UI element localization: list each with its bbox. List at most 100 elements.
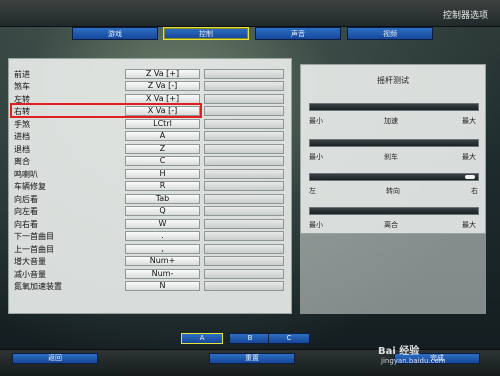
controller-c-button[interactable]: C bbox=[268, 333, 310, 344]
steering-indicator bbox=[465, 175, 475, 179]
axis-name-label: 离合 bbox=[384, 221, 398, 229]
binding-action-label: 进档 bbox=[14, 132, 30, 141]
binding-row: 右转 X Va [-] bbox=[14, 106, 286, 117]
binding-primary-key[interactable]: LCtrl bbox=[125, 119, 200, 129]
binding-secondary-key[interactable] bbox=[204, 194, 284, 204]
title-bar: 控制器选项 bbox=[0, 0, 500, 27]
axis-name-label: 转向 bbox=[386, 187, 400, 195]
binding-secondary-key[interactable] bbox=[204, 206, 284, 216]
binding-row: 煞车 Z Va [-] bbox=[14, 81, 286, 92]
binding-primary-key[interactable]: Z bbox=[125, 144, 200, 154]
binding-secondary-key[interactable] bbox=[204, 231, 284, 241]
steering-axis-bar bbox=[309, 173, 479, 181]
binding-row: 手煞 LCtrl bbox=[14, 119, 286, 130]
binding-action-label: 右转 bbox=[14, 107, 30, 116]
brake-axis-bar bbox=[309, 139, 479, 147]
binding-row: 氮氧加速装置 N bbox=[14, 281, 286, 292]
binding-primary-key[interactable]: X Va [+] bbox=[125, 94, 200, 104]
axis-max-label: 最大 bbox=[462, 117, 476, 125]
axis-min-label: 最小 bbox=[309, 153, 323, 161]
binding-secondary-key[interactable] bbox=[204, 94, 284, 104]
joystick-test-title: 摇杆测试 bbox=[377, 76, 409, 85]
binding-secondary-key[interactable] bbox=[204, 69, 284, 79]
controller-b-button[interactable]: B bbox=[229, 333, 271, 344]
binding-primary-key[interactable]: W bbox=[125, 219, 200, 229]
binding-secondary-key[interactable] bbox=[204, 219, 284, 229]
binding-action-label: 左转 bbox=[14, 95, 30, 104]
binding-primary-key[interactable]: H bbox=[125, 169, 200, 179]
binding-action-label: 退档 bbox=[14, 145, 30, 154]
binding-secondary-key[interactable] bbox=[204, 131, 284, 141]
binding-action-label: 增大音量 bbox=[14, 257, 46, 266]
binding-row: 下一首曲目 . bbox=[14, 231, 286, 242]
binding-secondary-key[interactable] bbox=[204, 169, 284, 179]
watermark-logo: Bai 经验 bbox=[378, 346, 420, 357]
binding-row: 离合 C bbox=[14, 156, 286, 167]
axis-name-label: 加速 bbox=[384, 117, 398, 125]
watermark-url: jingyan.baidu.com bbox=[381, 357, 446, 365]
binding-row: 向后看 Tab bbox=[14, 194, 286, 205]
binding-secondary-key[interactable] bbox=[204, 281, 284, 291]
tab-video[interactable]: 视频 bbox=[347, 27, 433, 40]
binding-action-label: 氮氧加速装置 bbox=[14, 282, 62, 291]
controller-a-button[interactable]: A bbox=[181, 333, 223, 344]
binding-primary-key[interactable]: C bbox=[125, 156, 200, 166]
binding-action-label: 离合 bbox=[14, 157, 30, 166]
reset-button[interactable]: 重置 bbox=[209, 353, 295, 364]
binding-row: 进档 A bbox=[14, 131, 286, 142]
binding-primary-key[interactable]: , bbox=[125, 244, 200, 254]
axis-max-label: 最大 bbox=[462, 153, 476, 161]
axis-max-label: 最大 bbox=[462, 221, 476, 229]
binding-action-label: 前进 bbox=[14, 70, 30, 79]
binding-primary-key[interactable]: Num- bbox=[125, 269, 200, 279]
binding-secondary-key[interactable] bbox=[204, 81, 284, 91]
axis-min-label: 最小 bbox=[309, 117, 323, 125]
binding-primary-key[interactable]: N bbox=[125, 281, 200, 291]
binding-action-label: 向左看 bbox=[14, 207, 38, 216]
binding-row: 鸣喇叭 H bbox=[14, 169, 286, 180]
binding-secondary-key[interactable] bbox=[204, 144, 284, 154]
binding-row: 向右看 W bbox=[14, 219, 286, 230]
binding-row: 向左看 Q bbox=[14, 206, 286, 217]
binding-action-label: 手煞 bbox=[14, 120, 30, 129]
binding-primary-key[interactable]: . bbox=[125, 231, 200, 241]
binding-secondary-key[interactable] bbox=[204, 106, 284, 116]
window-title: 控制器选项 bbox=[442, 11, 488, 21]
binding-row: 上一首曲目 , bbox=[14, 244, 286, 255]
binding-primary-key[interactable]: Num+ bbox=[125, 256, 200, 266]
tab-game[interactable]: 游戏 bbox=[72, 27, 158, 40]
accelerate-axis-bar bbox=[309, 103, 479, 111]
binding-action-label: 向右看 bbox=[14, 220, 38, 229]
binding-primary-key[interactable]: Q bbox=[125, 206, 200, 216]
binding-secondary-key[interactable] bbox=[204, 119, 284, 129]
binding-action-label: 煞车 bbox=[14, 82, 30, 91]
binding-action-label: 车辆修复 bbox=[14, 182, 46, 191]
binding-action-label: 向后看 bbox=[14, 195, 38, 204]
binding-row: 左转 X Va [+] bbox=[14, 94, 286, 105]
binding-row: 增大音量 Num+ bbox=[14, 256, 286, 267]
binding-primary-key[interactable]: A bbox=[125, 131, 200, 141]
joystick-panel-lower bbox=[300, 234, 486, 314]
binding-primary-key[interactable]: Tab bbox=[125, 194, 200, 204]
back-button[interactable]: 返回 bbox=[12, 353, 98, 364]
binding-row: 退档 Z bbox=[14, 144, 286, 155]
binding-secondary-key[interactable] bbox=[204, 244, 284, 254]
binding-primary-key[interactable]: Z Va [-] bbox=[125, 81, 200, 91]
tab-sound[interactable]: 声音 bbox=[255, 27, 341, 40]
binding-action-label: 鸣喇叭 bbox=[14, 170, 38, 179]
binding-secondary-key[interactable] bbox=[204, 156, 284, 166]
clutch-axis-bar bbox=[309, 207, 479, 215]
axis-max-label: 右 bbox=[471, 187, 478, 195]
axis-min-label: 最小 bbox=[309, 221, 323, 229]
tab-controls[interactable]: 控制 bbox=[163, 27, 249, 40]
binding-primary-key[interactable]: Z Va [+] bbox=[125, 69, 200, 79]
binding-action-label: 减小音量 bbox=[14, 270, 46, 279]
binding-row: 减小音量 Num- bbox=[14, 269, 286, 280]
binding-secondary-key[interactable] bbox=[204, 256, 284, 266]
axis-name-label: 刹车 bbox=[384, 153, 398, 161]
binding-primary-key[interactable]: R bbox=[125, 181, 200, 191]
binding-primary-key[interactable]: X Va [-] bbox=[125, 106, 200, 116]
binding-action-label: 上一首曲目 bbox=[14, 245, 54, 254]
binding-secondary-key[interactable] bbox=[204, 181, 284, 191]
binding-secondary-key[interactable] bbox=[204, 269, 284, 279]
